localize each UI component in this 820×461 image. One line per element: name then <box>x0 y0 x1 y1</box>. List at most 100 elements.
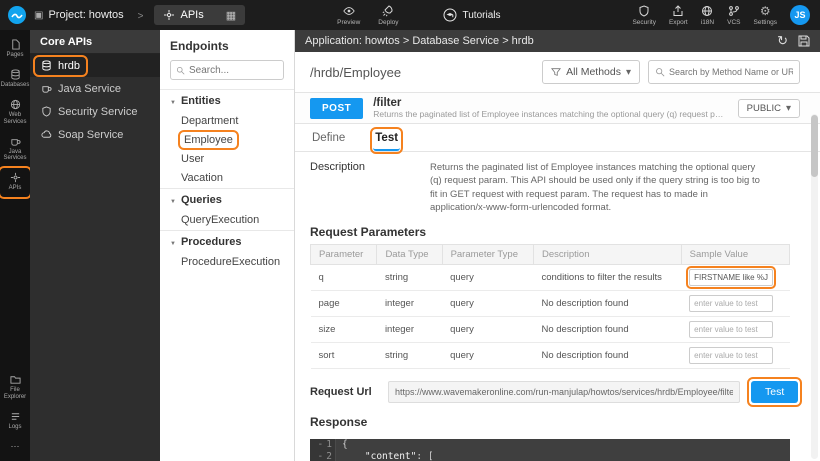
fold-icon[interactable]: - <box>318 451 324 461</box>
section-entities[interactable]: Entities <box>160 89 294 112</box>
response-title: Response <box>295 406 820 434</box>
line-number: 2 <box>326 451 332 461</box>
sample-value-input-q[interactable] <box>689 269 773 286</box>
tutorials-icon <box>443 8 457 22</box>
endpoint-item-queryexecution[interactable]: QueryExecution <box>160 211 294 230</box>
project-menu[interactable]: Project: howtos <box>34 9 124 21</box>
endpoint-item-user[interactable]: User <box>160 150 294 169</box>
tab-test[interactable]: Test <box>373 130 400 151</box>
request-url-label: Request Url <box>310 386 378 398</box>
topbar-right: Security Export i18N VCS Settings JS <box>632 5 820 26</box>
methods-filter-value: All Methods <box>566 66 621 78</box>
vcs-button[interactable]: VCS <box>727 5 740 26</box>
service-item-java-service[interactable]: Java Service <box>30 77 160 100</box>
param-description: No description found <box>533 291 681 317</box>
service-item-hrdb[interactable]: hrdb <box>30 54 160 77</box>
endpoints-search[interactable] <box>170 60 284 80</box>
settings-button[interactable]: Settings <box>754 5 778 26</box>
triangle-down-icon <box>170 236 176 248</box>
http-method-badge: POST <box>310 98 363 119</box>
col-parameter-type: Parameter Type <box>442 245 533 265</box>
param-type: query <box>442 291 533 317</box>
description-row: Description Returns the paginated list o… <box>295 152 820 216</box>
deploy-rocket-icon <box>382 5 394 17</box>
triangle-down-icon <box>170 194 176 206</box>
refresh-icon[interactable] <box>777 33 788 49</box>
export-icon <box>672 5 684 17</box>
service-item-security-service[interactable]: Security Service <box>30 100 160 123</box>
param-data-type: integer <box>377 291 442 317</box>
request-url-input[interactable] <box>388 381 740 403</box>
preview-button[interactable]: Preview <box>337 5 360 26</box>
vcs-branch-icon <box>728 5 740 17</box>
i18n-button[interactable]: i18N <box>701 5 714 26</box>
apis-icon <box>10 172 21 183</box>
user-avatar[interactable]: JS <box>790 5 810 25</box>
api-operation-row[interactable]: POST /filter Returns the paginated list … <box>295 92 820 124</box>
export-button[interactable]: Export <box>669 5 688 26</box>
grid-icon[interactable] <box>226 9 236 22</box>
response-code-editor[interactable]: -1 { -2 "content": [ -3 { 4 <box>310 439 790 461</box>
section-procedures-label: Procedures <box>181 236 242 248</box>
description-label: Description <box>310 161 430 214</box>
breadcrumb-bar: Application: howtos > Database Service >… <box>295 30 820 52</box>
save-icon[interactable] <box>798 35 810 47</box>
visibility-value: PUBLIC <box>747 103 781 114</box>
section-queries[interactable]: Queries <box>160 188 294 211</box>
rail-label-pages: Pages <box>6 52 23 59</box>
caret-down-icon <box>626 66 631 78</box>
service-item-soap-service[interactable]: Soap Service <box>30 123 160 146</box>
method-search[interactable] <box>648 60 800 84</box>
entity-header-row: /hrdb/Employee All Methods <box>295 52 820 92</box>
endpoint-item-procedureexecution[interactable]: ProcedureExecution <box>160 253 294 272</box>
apis-workspace-tab[interactable]: APIs <box>154 5 246 25</box>
i18n-label: i18N <box>701 19 714 26</box>
rail-item-file-explorer[interactable]: File Explorer <box>1 371 29 405</box>
rail-item-web-services[interactable]: Web Services <box>1 96 29 130</box>
vertical-scrollbar[interactable] <box>811 114 818 459</box>
sample-value-input-page[interactable] <box>689 295 773 312</box>
rail-item-more[interactable]: ⋯ <box>1 438 29 455</box>
sample-value-input-sort[interactable] <box>689 347 773 364</box>
rail-item-logs[interactable]: Logs <box>1 408 29 435</box>
security-button[interactable]: Security <box>632 5 655 26</box>
rail-item-pages[interactable]: Pages <box>1 36 29 63</box>
table-row: q string query conditions to filter the … <box>311 265 790 291</box>
scrollbar-thumb[interactable] <box>811 115 818 177</box>
param-name: size <box>311 317 377 343</box>
api-summary: Returns the paginated list of Employee i… <box>373 109 727 119</box>
visibility-dropdown[interactable]: PUBLIC <box>738 99 800 118</box>
rail-item-java-services[interactable]: Java Services <box>1 133 29 167</box>
tutorials-button[interactable]: Tutorials <box>443 8 501 22</box>
fold-icon[interactable]: - <box>318 439 324 451</box>
deploy-button[interactable]: Deploy <box>378 5 398 26</box>
wavemaker-logo[interactable] <box>8 6 26 24</box>
param-type: query <box>442 317 533 343</box>
param-description: No description found <box>533 343 681 369</box>
sample-value-input-size[interactable] <box>689 321 773 338</box>
endpoint-item-employee[interactable]: Employee <box>160 131 294 150</box>
description-text: Returns the paginated list of Employee i… <box>430 161 760 214</box>
service-label-soap: Soap Service <box>58 129 123 141</box>
tab-define[interactable]: Define <box>310 130 347 151</box>
section-procedures[interactable]: Procedures <box>160 230 294 253</box>
settings-label: Settings <box>754 19 778 26</box>
deploy-label: Deploy <box>378 19 398 26</box>
param-data-type: string <box>377 265 442 291</box>
section-queries-label: Queries <box>181 194 222 206</box>
methods-filter-dropdown[interactable]: All Methods <box>542 60 640 84</box>
shield-icon <box>41 106 52 117</box>
method-search-input[interactable] <box>669 67 793 77</box>
caret-down-icon <box>786 103 791 114</box>
left-nav-rail: Pages Databases Web Services Java Servic… <box>0 30 30 461</box>
tutorials-label: Tutorials <box>463 10 501 21</box>
rail-item-apis[interactable]: APIs <box>1 169 29 196</box>
param-description: conditions to filter the results <box>533 265 681 291</box>
endpoints-search-input[interactable] <box>189 65 278 76</box>
endpoint-item-department[interactable]: Department <box>160 112 294 131</box>
pages-icon <box>10 39 21 50</box>
rail-item-databases[interactable]: Databases <box>1 66 29 93</box>
test-button[interactable]: Test <box>751 381 798 403</box>
database-icon <box>41 60 52 71</box>
endpoint-item-vacation[interactable]: Vacation <box>160 169 294 188</box>
